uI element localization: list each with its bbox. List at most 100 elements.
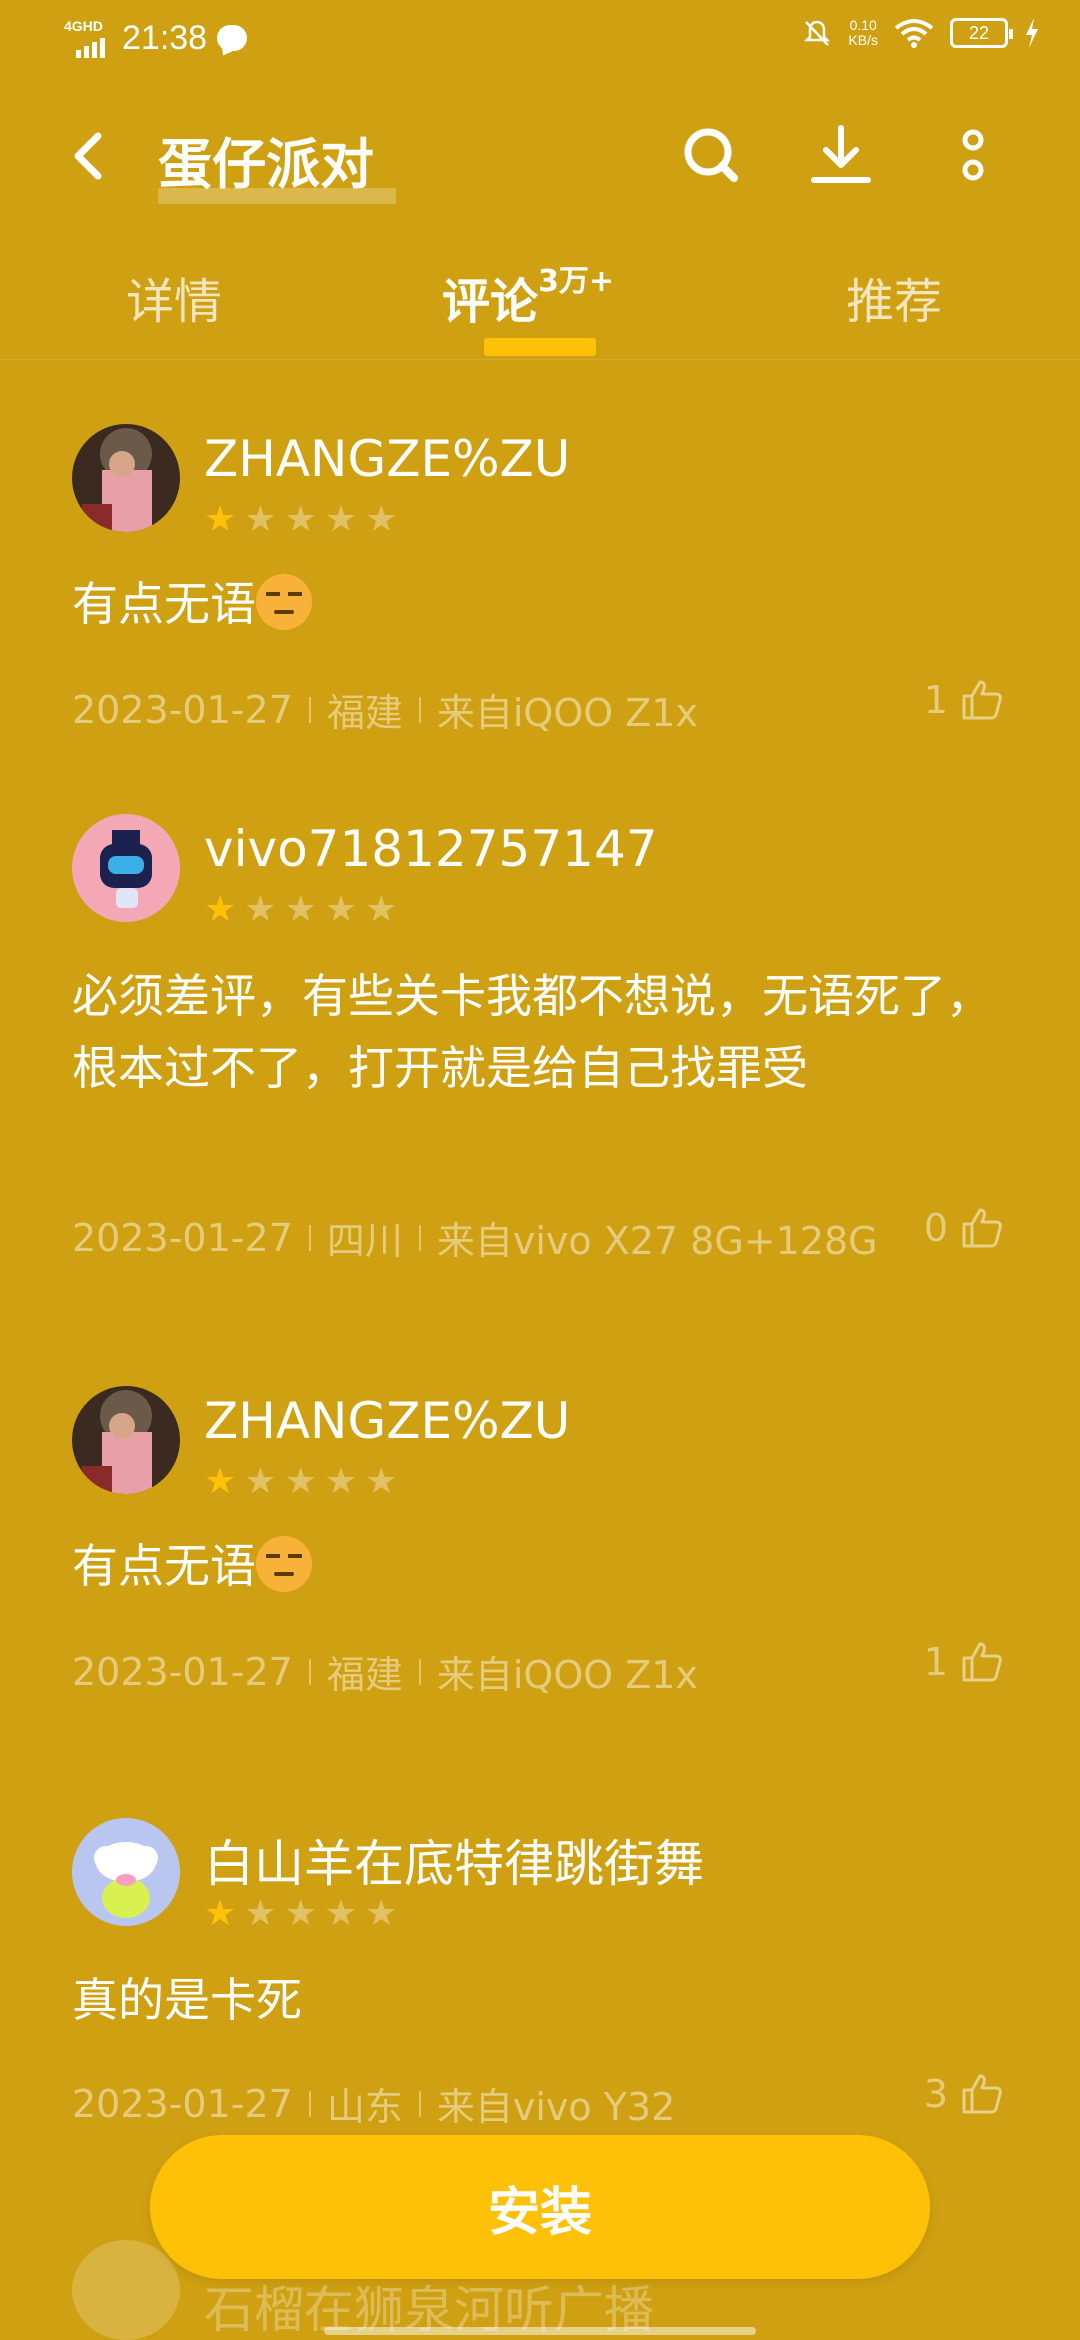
review-text: 必须差评，有些关卡我都不想说，无语死了，根本过不了，打开就是给自己找罪受	[72, 969, 992, 1095]
review-region: 福建	[326, 691, 403, 735]
user-avatar-image	[72, 1386, 180, 1494]
star-empty-icon: ★	[365, 889, 398, 930]
like-count: 3	[923, 2072, 948, 2116]
review-text-content: 有点无语	[72, 577, 256, 631]
like-count: 0	[923, 1206, 948, 1250]
avatar[interactable]	[72, 814, 180, 922]
review-device: 来自iQOO Z1x	[436, 691, 698, 735]
review-username: ZHANGZE%ZU	[204, 430, 571, 488]
review-text-content: 有点无语	[72, 1539, 256, 1593]
more-options-button[interactable]	[938, 120, 1008, 190]
tab-recommend-label: 推荐	[846, 274, 943, 330]
tab-details[interactable]: 详情	[126, 262, 222, 332]
thumbs-up-icon	[962, 1642, 1002, 1682]
like-button[interactable]: 0	[924, 1206, 1004, 1250]
rating-stars: ★ ★ ★ ★ ★	[204, 1896, 397, 1932]
wifi-icon	[894, 19, 934, 48]
tab-comments[interactable]: 评论3万+	[442, 262, 614, 332]
review-meta: 2023-01-27 四川 来自vivo X27 8G+128G	[72, 1210, 878, 1265]
speed-unit: KB/s	[848, 32, 878, 48]
search-icon	[684, 128, 738, 182]
like-count: 1	[923, 1640, 948, 1684]
review-device: 来自iQOO Z1x	[436, 1653, 698, 1697]
star-empty-icon: ★	[284, 889, 317, 930]
review-device: 来自vivo X27 8G+128G	[436, 1219, 878, 1263]
star-empty-icon: ★	[324, 889, 358, 930]
star-empty-icon: ★	[244, 1461, 277, 1502]
comment-count-badge: 3万+	[538, 264, 615, 299]
review-text: 真的是卡死	[72, 1973, 302, 2027]
review-region: 四川	[326, 1219, 403, 1263]
like-button[interactable]: 1	[924, 678, 1004, 722]
download-button[interactable]	[806, 120, 876, 190]
battery-level: 22	[968, 22, 990, 43]
install-button-label: 安装	[487, 2182, 592, 2243]
review-text: 有点无语	[72, 568, 1012, 640]
network-speed: 0.10 KB/s	[848, 18, 878, 48]
star-empty-icon: ★	[365, 1461, 398, 1502]
avatar[interactable]	[72, 1386, 180, 1494]
review-region: 山东	[326, 2085, 403, 2129]
status-bar: 4GHD 21:38 0.10 KB/s 22	[0, 0, 1080, 84]
rating-stars: ★ ★ ★ ★ ★	[204, 892, 397, 928]
star-empty-icon: ★	[284, 1893, 317, 1934]
star-empty-icon: ★	[324, 499, 358, 540]
unamused-face-icon	[256, 1536, 312, 1592]
review-username: 白山羊在底特律跳街舞	[204, 1835, 704, 1893]
star-filled-icon: ★	[204, 1893, 237, 1934]
star-empty-icon: ★	[244, 889, 277, 930]
install-button[interactable]: 安装	[150, 2135, 930, 2279]
thumbs-up-icon	[962, 1208, 1002, 1248]
unamused-face-icon	[256, 574, 312, 630]
download-icon	[811, 125, 871, 183]
active-tab-indicator	[484, 338, 596, 356]
star-empty-icon: ★	[244, 499, 277, 540]
review-date: 2023-01-27	[72, 1649, 293, 1694]
back-arrow-icon	[74, 132, 102, 180]
charging-icon	[1026, 18, 1038, 48]
thumbs-up-icon	[962, 680, 1002, 720]
star-empty-icon: ★	[365, 499, 398, 540]
tab-recommend[interactable]: 推荐	[846, 262, 942, 332]
star-empty-icon: ★	[284, 499, 317, 540]
review-username: ZHANGZE%ZU	[204, 1392, 571, 1450]
cellular-signal-icon: 4GHD	[64, 18, 112, 58]
star-empty-icon: ★	[324, 1461, 358, 1502]
rating-stars: ★ ★ ★ ★ ★	[204, 1464, 397, 1500]
star-filled-icon: ★	[204, 1461, 237, 1502]
clock: 21:38	[122, 18, 208, 57]
review-region: 福建	[326, 1653, 403, 1697]
review-date: 2023-01-27	[72, 2081, 293, 2126]
user-avatar-image	[72, 1818, 180, 1926]
user-avatar-image	[72, 814, 180, 922]
review-meta: 2023-01-27 福建 来自iQOO Z1x	[72, 682, 698, 737]
star-empty-icon: ★	[365, 1893, 398, 1934]
star-filled-icon: ★	[204, 889, 237, 930]
review-meta: 2023-01-27 山东 来自vivo Y32	[72, 2076, 675, 2131]
search-button[interactable]	[676, 120, 746, 190]
tab-comments-label: 评论	[442, 274, 539, 330]
like-button[interactable]: 3	[924, 2072, 1004, 2116]
avatar[interactable]	[72, 424, 180, 532]
review-date: 2023-01-27	[72, 687, 293, 732]
star-filled-icon: ★	[204, 499, 237, 540]
avatar	[72, 2240, 180, 2340]
review-text: 有点无语	[72, 1530, 1012, 1602]
star-empty-icon: ★	[284, 1461, 317, 1502]
review-date: 2023-01-27	[72, 1215, 293, 1260]
star-empty-icon: ★	[244, 1893, 277, 1934]
home-indicator[interactable]	[324, 2327, 756, 2335]
more-vertical-icon	[962, 129, 984, 181]
page-title: 蛋仔派对	[158, 133, 374, 196]
network-type: 4GHD	[64, 18, 103, 34]
tab-details-label: 详情	[126, 274, 223, 330]
review-meta: 2023-01-27 福建 来自iQOO Z1x	[72, 1644, 698, 1699]
tab-bar: 详情 评论3万+ 推荐	[0, 250, 1080, 360]
back-button[interactable]	[60, 126, 120, 186]
like-button[interactable]: 1	[924, 1640, 1004, 1684]
star-empty-icon: ★	[324, 1893, 358, 1934]
speed-value: 0.10	[849, 17, 877, 33]
battery-indicator: 22	[950, 18, 1013, 48]
avatar[interactable]	[72, 1818, 180, 1926]
chat-notification-icon	[217, 25, 248, 51]
